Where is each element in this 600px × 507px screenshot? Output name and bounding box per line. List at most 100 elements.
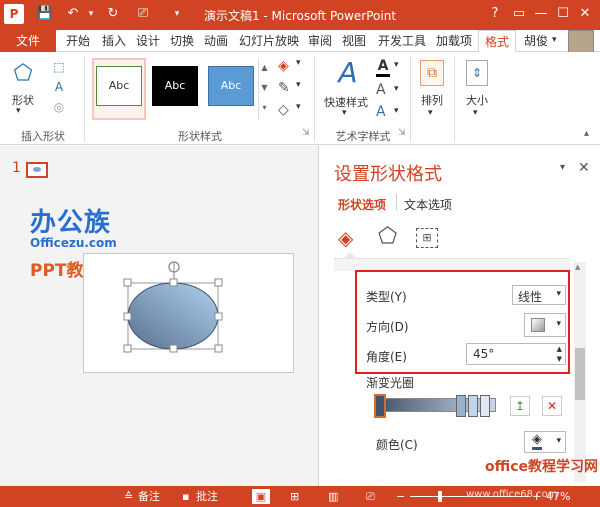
scroll-up-icon[interactable]: ▲ (575, 263, 580, 271)
chevron-down-icon: ▾ (556, 436, 561, 446)
help-button[interactable]: ? (484, 4, 506, 24)
normal-view-icon[interactable]: ▣ (252, 489, 270, 504)
tab-transitions[interactable]: 切换 (166, 30, 198, 52)
paint-bucket-icon: ◈ (532, 433, 542, 450)
size-button-label[interactable]: 大小 (460, 92, 494, 108)
minimize-button[interactable]: — (530, 4, 552, 24)
tab-insert[interactable]: 插入 (98, 30, 130, 52)
text-fill-dropdown-icon[interactable]: ▾ (394, 60, 399, 70)
shape-effects-icon[interactable]: ◇ (278, 102, 289, 118)
tab-file[interactable]: 文件 (0, 30, 56, 52)
tab-slideshow[interactable]: 幻灯片放映 (236, 30, 302, 52)
gradient-type-dropdown[interactable]: 线性 ▾ (512, 285, 566, 305)
gradient-stop[interactable] (480, 395, 490, 417)
wordart-styles-group-label: 艺术字样式 (335, 130, 391, 143)
gradient-stop-selected[interactable] (374, 394, 386, 418)
tab-addins[interactable]: 加载项 (432, 30, 476, 52)
group-divider (410, 56, 411, 142)
fill-dropdown-icon[interactable]: ▾ (296, 58, 301, 68)
size-dropdown-icon[interactable]: ▾ (473, 108, 478, 118)
slideshow-view-icon[interactable]: ⎚ (366, 489, 375, 504)
color-label: 颜色(C) (376, 438, 418, 452)
user-name[interactable]: 胡俊 (524, 32, 548, 50)
direction-label: 方向(D) (366, 320, 409, 334)
tab-view[interactable]: 视图 (338, 30, 370, 52)
pane-options-icon[interactable]: ▾ (560, 162, 565, 173)
collapse-ribbon-icon[interactable]: ▴ (584, 128, 589, 139)
text-outline-icon[interactable]: A (376, 82, 386, 98)
watermark-site-name: office教程学习网 (484, 459, 598, 475)
arrange-button-label[interactable]: 排列 (416, 92, 448, 108)
maximize-button[interactable]: ☐ (552, 4, 574, 24)
shape-style-black[interactable]: Abc (152, 66, 198, 106)
outline-dropdown-icon[interactable]: ▾ (296, 80, 301, 90)
group-divider (454, 56, 455, 142)
shape-style-blue[interactable]: Abc (208, 66, 254, 106)
group-divider (314, 56, 315, 142)
shape-fill-icon[interactable]: ◈ (278, 58, 289, 74)
selected-ellipse-shape[interactable] (120, 258, 226, 354)
gradient-stops-label: 渐变光圈 (366, 376, 415, 390)
text-box-icon[interactable]: A (50, 80, 68, 96)
zoom-out-icon[interactable]: − (396, 489, 405, 504)
gradient-stop[interactable] (468, 395, 478, 417)
direction-dropdown[interactable]: ▾ (524, 313, 566, 337)
fill-line-icon[interactable]: ◈ (338, 226, 353, 250)
add-stop-icon[interactable]: ↥ (510, 396, 530, 416)
angle-spinner[interactable]: 45° ▲ ▼ (466, 343, 566, 365)
notes-button[interactable]: 备注 (138, 489, 160, 504)
tab-shape-options[interactable]: 形状选项 (338, 196, 386, 213)
text-effects-icon[interactable]: A (376, 104, 386, 120)
ribbon-display-button[interactable]: ▭ (508, 4, 530, 24)
tab-text-options[interactable]: 文本选项 (404, 196, 452, 213)
zoom-slider-thumb[interactable] (438, 491, 442, 502)
gradient-bar[interactable] (378, 398, 496, 412)
shape-styles-launcher-icon[interactable]: ⇲ (302, 128, 310, 138)
gradient-stop[interactable] (456, 395, 466, 417)
reading-view-icon[interactable]: ▥ (328, 489, 338, 504)
watermark-url: Officezu.com (30, 236, 117, 250)
tab-home[interactable]: 开始 (62, 30, 94, 52)
shapes-dropdown-icon[interactable]: ▾ (16, 106, 21, 116)
arrange-icon[interactable]: ⧉ (420, 60, 444, 86)
wordart-a-icon[interactable]: A (330, 56, 366, 90)
color-picker-dropdown[interactable]: ◈ ▾ (524, 431, 566, 453)
section-pointer (343, 252, 357, 259)
comments-button[interactable]: 批注 (196, 489, 218, 504)
status-bar: ≙ 备注 ▪ 批注 ▣ ⊞ ▥ ⎚ − + 47% www.office68.c… (0, 486, 600, 507)
size-icon[interactable]: ⇕ (466, 60, 488, 86)
tab-developer[interactable]: 开发工具 (374, 30, 430, 52)
tab-design[interactable]: 设计 (132, 30, 164, 52)
shapes-button-label[interactable]: 形状 (8, 92, 38, 108)
tab-review[interactable]: 审阅 (304, 30, 336, 52)
style-gallery-scroll[interactable]: ▲ ▼ ▾ (258, 58, 270, 120)
arrange-dropdown-icon[interactable]: ▾ (428, 108, 433, 118)
edit-shape-icon[interactable]: ⬚ (50, 60, 68, 76)
user-dropdown-icon[interactable]: ▾ (552, 35, 557, 45)
tab-format[interactable]: 格式 (478, 30, 516, 53)
gradient-type-value: 线性 (518, 290, 543, 304)
pane-scrollbar-thumb[interactable] (575, 348, 585, 400)
slide-thumbnail[interactable] (26, 162, 48, 178)
text-fill-icon[interactable]: A (376, 58, 390, 77)
effects-pentagon-icon[interactable]: ⬠ (378, 224, 397, 249)
shape-outline-icon[interactable]: ✎ (278, 80, 290, 96)
slide-sorter-icon[interactable]: ⊞ (290, 489, 299, 504)
size-properties-icon[interactable]: ⊞ (416, 228, 438, 248)
close-button[interactable]: ✕ (574, 4, 596, 24)
text-outline-dropdown-icon[interactable]: ▾ (394, 84, 399, 94)
insert-shapes-group-label: 插入形状 (21, 130, 65, 143)
shapes-icon[interactable]: ⬠ (8, 60, 38, 88)
comments-icon[interactable]: ▪ (182, 489, 189, 504)
pane-close-icon[interactable]: ✕ (578, 160, 590, 176)
shape-style-outline-green[interactable]: Abc (96, 66, 142, 106)
text-effects-dropdown-icon[interactable]: ▾ (394, 106, 399, 116)
notes-icon[interactable]: ≙ (124, 489, 133, 504)
merge-shapes-icon[interactable]: ◎ (50, 100, 68, 116)
effects-dropdown-icon[interactable]: ▾ (296, 102, 301, 112)
remove-stop-icon[interactable]: ✕ (542, 396, 562, 416)
watermark-logo-text: 办公族 (30, 208, 112, 238)
wordart-launcher-icon[interactable]: ⇲ (398, 128, 406, 138)
tab-animations[interactable]: 动画 (200, 30, 232, 52)
quick-styles-dropdown-icon[interactable]: ▾ (342, 108, 347, 118)
